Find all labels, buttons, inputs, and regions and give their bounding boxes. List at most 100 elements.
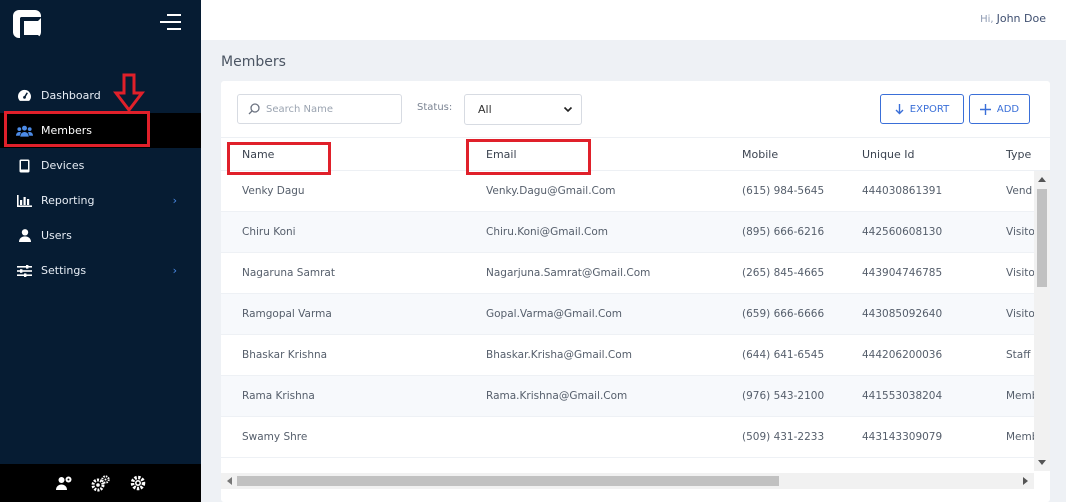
search-icon [248, 103, 260, 115]
tablet-icon [16, 159, 33, 173]
cell-email: Bhaskar.Krisha@Gmail.Com [486, 349, 632, 361]
cell-type: Visito [1006, 226, 1034, 238]
table-body: Venky Dagu Venky.Dagu@Gmail.Com (615) 98… [221, 171, 1034, 471]
sidebar-item-dashboard[interactable]: Dashboard [0, 78, 201, 113]
scroll-left-arrow-icon[interactable] [227, 477, 232, 485]
cell-unique-id: 442560608130 [862, 226, 943, 238]
gears-icon[interactable] [91, 474, 110, 493]
cell-mobile: (976) 543-2100 [742, 390, 825, 402]
add-label: ADD [996, 103, 1020, 115]
chevron-right-icon: › [172, 194, 177, 207]
sidebar-item-label: Users [41, 229, 72, 242]
annotation-arrow-icon [113, 73, 145, 113]
scroll-down-arrow-icon[interactable] [1038, 460, 1046, 465]
gear-icon[interactable] [128, 474, 147, 493]
sliders-icon [16, 264, 33, 278]
sidebar-item-devices[interactable]: Devices [0, 148, 201, 183]
cell-mobile: (644) 641-6545 [742, 349, 825, 361]
user-name: John Doe [996, 12, 1046, 25]
cell-mobile: (895) 666-6216 [742, 226, 825, 238]
cell-type: Memb [1006, 431, 1034, 443]
cell-email: Venky.Dagu@Gmail.Com [486, 185, 616, 197]
cell-type: Visito [1006, 267, 1034, 279]
column-header-unique-id[interactable]: Unique Id [862, 148, 915, 161]
export-label: EXPORT [909, 103, 950, 115]
user-greeting[interactable]: Hi, John Doe [980, 12, 1046, 25]
horizontal-scroll-thumb[interactable] [237, 476, 779, 486]
annotation-box-email-column [466, 139, 591, 175]
status-select[interactable]: All [464, 94, 582, 125]
sidebar-item-reporting[interactable]: Reporting › [0, 183, 201, 218]
scroll-right-arrow-icon[interactable] [1023, 477, 1028, 485]
table-row[interactable]: Bhaskar Krishna Bhaskar.Krisha@Gmail.Com… [221, 335, 1034, 376]
sidebar-item-label: Reporting [41, 194, 95, 207]
table-row[interactable]: Venky Dagu Venky.Dagu@Gmail.Com (615) 98… [221, 171, 1034, 212]
table-header: Name Email Mobile Unique Id Type [221, 137, 1050, 171]
user-settings-icon[interactable] [54, 474, 73, 493]
cell-unique-id: 443904746785 [862, 267, 943, 279]
export-button[interactable]: EXPORT [880, 94, 964, 124]
table-row[interactable]: Nagaruna Samrat Nagarjuna.Samrat@Gmail.C… [221, 253, 1034, 294]
table-row[interactable]: Rama Krishna Rama.Krishna@Gmail.Com (976… [221, 376, 1034, 417]
cell-name: Venky Dagu [242, 185, 305, 197]
sidebar-item-settings[interactable]: Settings › [0, 253, 201, 288]
vertical-scroll-thumb[interactable] [1037, 189, 1047, 287]
cell-type: Staff [1006, 349, 1031, 361]
sidebar-footer [0, 464, 201, 502]
cell-type: Visito [1006, 308, 1034, 320]
chevron-right-icon: › [172, 264, 177, 277]
cell-name: Bhaskar Krishna [242, 349, 328, 361]
plus-icon [979, 103, 991, 115]
sidebar-item-label: Dashboard [41, 89, 101, 102]
members-card: Status: All EXPORT ADD Name Email Mobile… [221, 81, 1050, 502]
annotation-box-name-column [227, 142, 331, 175]
cell-mobile: (659) 666-6666 [742, 308, 825, 320]
cell-email: Chiru.Koni@Gmail.Com [486, 226, 609, 238]
top-bar: Hi, John Doe [201, 0, 1066, 40]
cell-name: Chiru Koni [242, 226, 296, 238]
search-input[interactable] [266, 103, 386, 115]
add-button[interactable]: ADD [969, 94, 1030, 124]
cell-email: Gopal.Varma@Gmail.Com [486, 308, 622, 320]
sidebar-item-label: Devices [41, 159, 85, 172]
cell-name: Swamy Shre [242, 431, 308, 443]
table-row[interactable]: Chiru Koni Chiru.Koni@Gmail.Com (895) 66… [221, 212, 1034, 253]
greeting-text: Hi, [980, 14, 994, 25]
search-box[interactable] [237, 94, 402, 124]
cell-email: Rama.Krishna@Gmail.Com [486, 390, 628, 402]
horizontal-scrollbar[interactable] [221, 473, 1034, 489]
cell-mobile: (615) 984-5645 [742, 185, 825, 197]
vertical-scrollbar[interactable] [1034, 171, 1050, 471]
app-logo[interactable] [13, 10, 42, 39]
sidebar-item-users[interactable]: Users [0, 218, 201, 253]
table-row[interactable]: Swamy Shre (509) 431-2233 443143309079 M… [221, 417, 1034, 458]
user-icon [16, 229, 33, 243]
status-label: Status: [417, 102, 453, 113]
sidebar: Dashboard Members Devices Reporting › Us… [0, 0, 201, 502]
cell-name: Rama Krishna [242, 390, 315, 402]
bar-chart-icon [16, 194, 33, 208]
cell-unique-id: 443085092640 [862, 308, 943, 320]
cell-unique-id: 444030861391 [862, 185, 943, 197]
sidebar-item-label: Settings [41, 264, 87, 277]
cell-name: Nagaruna Samrat [242, 267, 335, 279]
hamburger-menu-icon[interactable] [160, 14, 181, 32]
cell-unique-id: 441553038204 [862, 390, 943, 402]
cell-unique-id: 443143309079 [862, 431, 943, 443]
table-row[interactable]: Ramgopal Varma Gopal.Varma@Gmail.Com (65… [221, 294, 1034, 335]
page-title: Members [221, 54, 286, 70]
cell-email: Nagarjuna.Samrat@Gmail.Com [486, 267, 651, 279]
annotation-box-members [4, 111, 150, 147]
column-header-mobile[interactable]: Mobile [742, 148, 778, 161]
dashboard-icon [16, 89, 33, 103]
cell-type: Memb [1006, 390, 1034, 402]
cell-mobile: (265) 845-4665 [742, 267, 825, 279]
status-value: All [478, 103, 492, 116]
arrow-down-icon [895, 103, 904, 114]
sidebar-nav: Dashboard Members Devices Reporting › Us… [0, 78, 201, 288]
column-header-type[interactable]: Type [1006, 148, 1031, 161]
cell-type: Vend [1006, 185, 1033, 197]
scroll-up-arrow-icon[interactable] [1038, 177, 1046, 182]
cell-name: Ramgopal Varma [242, 308, 332, 320]
chevron-down-icon [563, 106, 573, 113]
